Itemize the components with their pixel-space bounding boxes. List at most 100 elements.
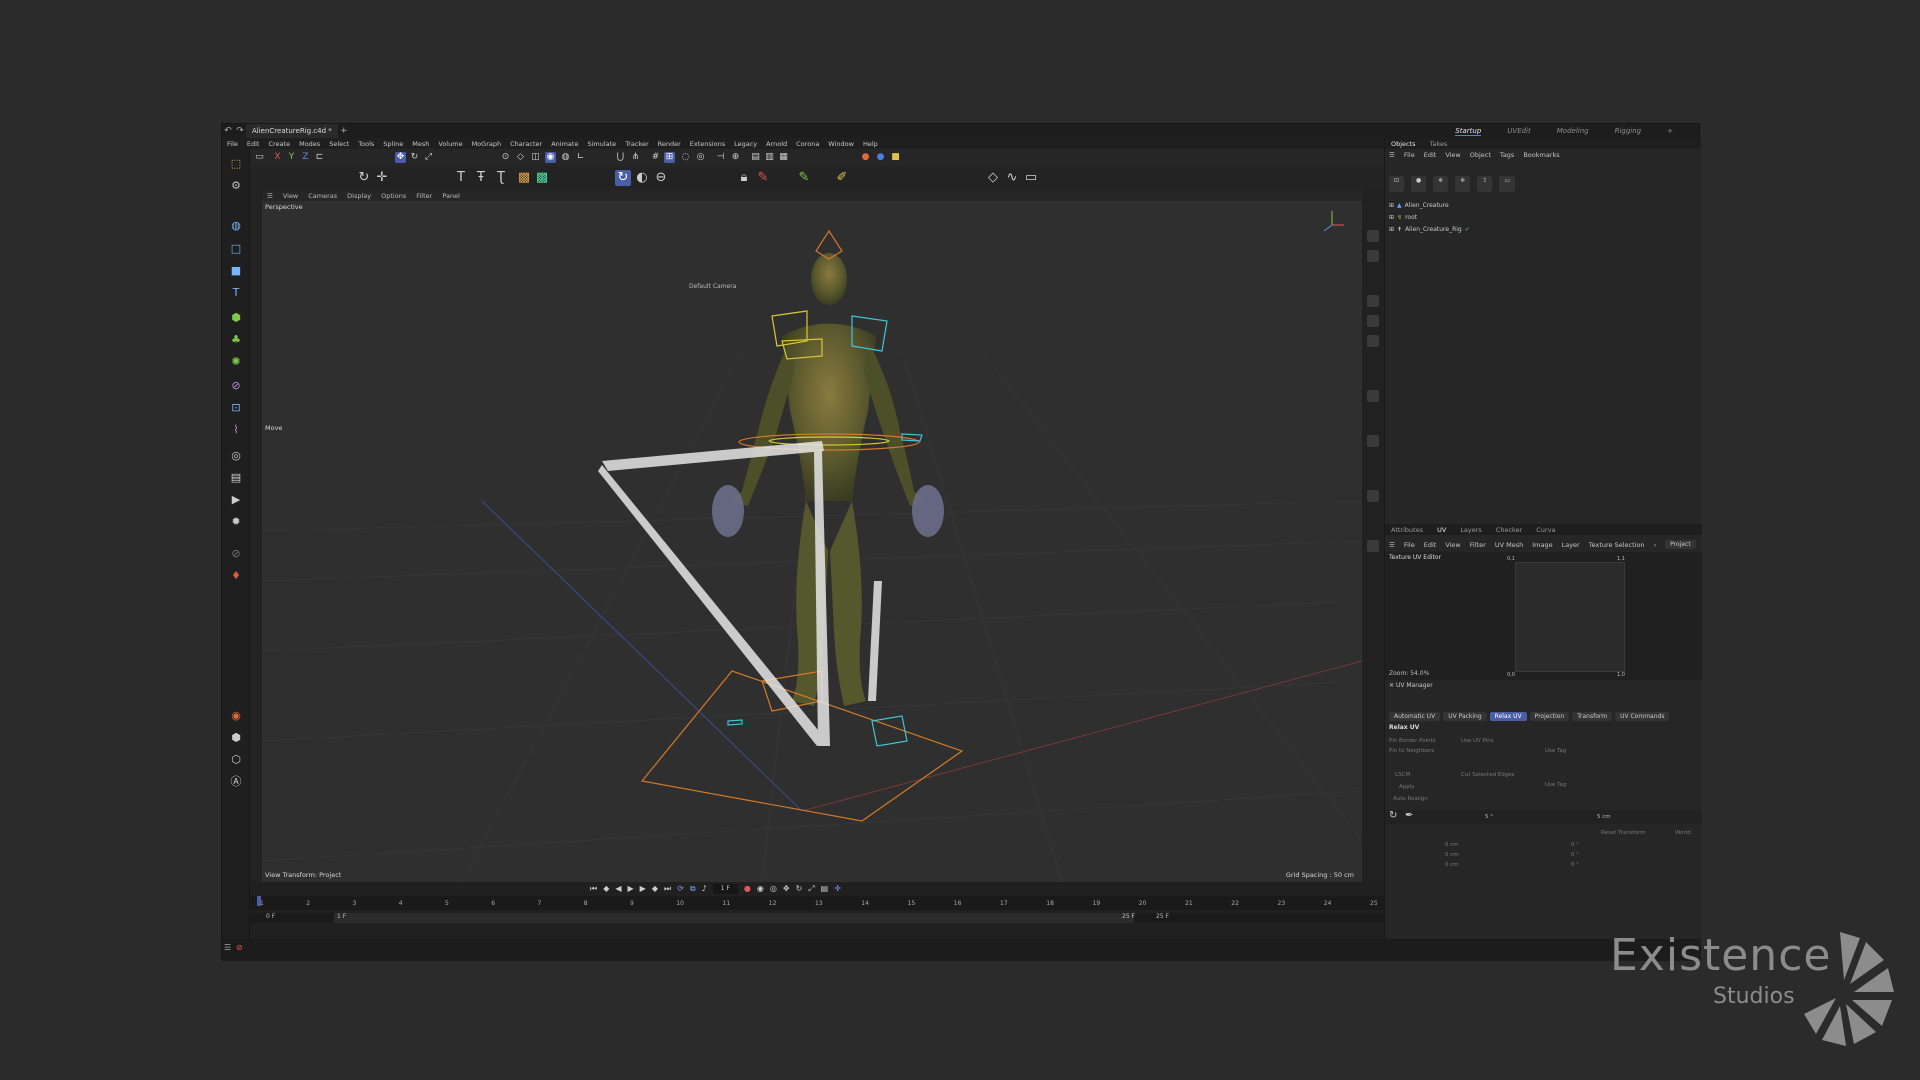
polygons-mode-icon[interactable]: ◫ bbox=[530, 152, 541, 163]
menu-mesh[interactable]: Mesh bbox=[412, 140, 429, 148]
move-tool-icon[interactable]: ✥ bbox=[395, 152, 406, 163]
object-row-alien-creature-rig[interactable]: ⊞ ✝ Alien_Creature_Rig ✓ bbox=[1389, 226, 1470, 233]
lscm-dropdown[interactable]: LSCM bbox=[1395, 772, 1410, 778]
use-tag-checkbox[interactable]: Use Tag bbox=[1545, 748, 1566, 754]
param-key-icon[interactable]: ▤ bbox=[821, 884, 829, 894]
status-hamburger-icon[interactable]: ☰ bbox=[224, 943, 231, 952]
tab-curva[interactable]: Curva bbox=[1536, 526, 1555, 534]
grid-snap-icon[interactable]: ⊞ bbox=[664, 152, 675, 163]
texture-icon[interactable]: ▩ bbox=[534, 170, 550, 186]
uv-tab-relax[interactable]: Relax UV bbox=[1489, 712, 1527, 721]
refresh-icon[interactable]: ↻ bbox=[356, 170, 372, 186]
undo-icon[interactable]: ↶ bbox=[222, 126, 234, 136]
layout-icon[interactable]: ▭ bbox=[254, 152, 265, 163]
viewport-menu-view[interactable]: View bbox=[283, 192, 298, 200]
redo-icon[interactable]: ↷ bbox=[234, 126, 246, 136]
field-icon[interactable]: ⊡ bbox=[229, 401, 243, 415]
sculpt-rotate-icon[interactable]: ↻ bbox=[615, 170, 631, 186]
objects-menu-tags[interactable]: Tags bbox=[1500, 151, 1514, 159]
edges-mode-icon[interactable]: ◇ bbox=[515, 152, 526, 163]
brush-icon[interactable]: ✎ bbox=[796, 170, 812, 186]
workplane-icon[interactable]: # bbox=[650, 152, 661, 163]
eyedropper-icon[interactable]: ✒ bbox=[1405, 810, 1413, 821]
menu-corona[interactable]: Corona bbox=[796, 140, 819, 148]
strip-cube-icon[interactable] bbox=[1367, 295, 1379, 307]
pin-neighbors-checkbox[interactable]: Pin to Neighbors bbox=[1389, 748, 1434, 754]
strip-bucket-icon[interactable] bbox=[1367, 490, 1379, 502]
prev-frame-icon[interactable]: ◀ bbox=[615, 884, 621, 894]
checkmark-icon[interactable]: ✓ bbox=[1465, 226, 1470, 233]
paint-icon[interactable]: ✎ bbox=[755, 170, 771, 186]
axis-y-lock-icon[interactable]: Y bbox=[286, 152, 297, 163]
menu-window[interactable]: Window bbox=[828, 140, 854, 148]
sculpt-icon[interactable]: ♦ bbox=[229, 569, 243, 583]
menu-tools[interactable]: Tools bbox=[358, 140, 374, 148]
position-x-field[interactable]: 0 cm bbox=[1445, 842, 1459, 848]
use-uv-pins-checkbox[interactable]: Use UV Pins bbox=[1461, 738, 1494, 744]
strip-brush-icon[interactable] bbox=[1367, 230, 1379, 242]
start-frame-field[interactable]: 0 F bbox=[266, 913, 275, 920]
axis-x-lock-icon[interactable]: X bbox=[272, 152, 283, 163]
model-mode-icon[interactable]: ◉ bbox=[545, 152, 556, 163]
snowflake-alt-icon[interactable]: ❄ bbox=[1455, 176, 1471, 192]
hex-outline-icon[interactable]: ⬡ bbox=[229, 753, 243, 767]
tab-checker[interactable]: Checker bbox=[1496, 526, 1522, 534]
uv-menu-uvmesh[interactable]: UV Mesh bbox=[1495, 541, 1523, 549]
angle-input[interactable]: 5 ° bbox=[1485, 814, 1493, 820]
next-key-icon[interactable]: ◆ bbox=[652, 884, 658, 894]
world-dropdown[interactable]: World bbox=[1675, 830, 1691, 836]
record-icon[interactable]: ● bbox=[744, 884, 751, 894]
reset-transform-button[interactable]: Reset Transform bbox=[1601, 830, 1645, 836]
menu-volume[interactable]: Volume bbox=[438, 140, 462, 148]
play-icon[interactable]: ▶ bbox=[628, 884, 634, 894]
objects-menu-bookmarks[interactable]: Bookmarks bbox=[1523, 151, 1559, 159]
objects-menu-edit[interactable]: Edit bbox=[1424, 151, 1437, 159]
disabled-tool-icon[interactable]: ⊘ bbox=[229, 547, 243, 561]
viewport-solo-icon[interactable]: ◎ bbox=[695, 152, 706, 163]
range-slider[interactable]: 1 F bbox=[334, 913, 1134, 923]
render-camera-icon[interactable]: ▶ bbox=[229, 493, 243, 507]
lock-icon[interactable]: 🔒︎ bbox=[736, 170, 752, 186]
workspace-tab-startup[interactable]: Startup bbox=[1455, 127, 1482, 136]
strip-align-icon[interactable] bbox=[1367, 390, 1379, 402]
viewport-menu-panel[interactable]: Panel bbox=[442, 192, 460, 200]
uv-tab-commands[interactable]: UV Commands bbox=[1615, 712, 1670, 721]
workspace-tab-uvedit[interactable]: UVEdit bbox=[1507, 127, 1530, 135]
uv-menu-file[interactable]: File bbox=[1404, 541, 1415, 549]
deformer-icon[interactable]: ⊘ bbox=[229, 379, 243, 393]
prev-key-icon[interactable]: ◆ bbox=[603, 884, 609, 894]
strip-grid-icon[interactable] bbox=[1367, 540, 1379, 552]
menu-mograph[interactable]: MoGraph bbox=[472, 140, 502, 148]
rotate-key-icon[interactable]: ↻ bbox=[796, 884, 803, 894]
uv-menu-image[interactable]: Image bbox=[1532, 541, 1552, 549]
menu-arnold[interactable]: Arnold bbox=[766, 140, 787, 148]
generator-icon[interactable]: ⬢ bbox=[229, 311, 243, 325]
tab-objects[interactable]: Objects bbox=[1391, 140, 1416, 148]
add-workspace-icon[interactable]: + bbox=[1667, 127, 1673, 135]
axis-z-lock-icon[interactable]: Z bbox=[300, 152, 311, 163]
sphere-filter-icon[interactable]: ● bbox=[1411, 176, 1427, 192]
viewport-menu-options[interactable]: Options bbox=[381, 192, 406, 200]
lock-workplane-icon[interactable]: ⊕ bbox=[730, 152, 741, 163]
projection-label[interactable]: Perspective bbox=[265, 203, 303, 211]
range-bar[interactable]: 0 F 1 F 25 F 25 F bbox=[250, 913, 1384, 923]
workspace-tab-modeling[interactable]: Modeling bbox=[1557, 127, 1589, 135]
filter-icon[interactable]: ⊡ bbox=[1389, 176, 1405, 192]
alien-creature-model[interactable] bbox=[712, 253, 944, 706]
arnold-icon[interactable]: Ⓐ bbox=[229, 775, 243, 789]
objects-hamburger-icon[interactable]: ☰ bbox=[1389, 151, 1395, 159]
snap-settings-icon[interactable]: ⋔ bbox=[630, 152, 641, 163]
perspective-viewport[interactable]: Default Camera Perspective Move View Tra… bbox=[262, 201, 1362, 882]
uv-menu-edit[interactable]: Edit bbox=[1424, 541, 1437, 549]
uv-canvas[interactable] bbox=[1515, 562, 1625, 672]
go-to-start-icon[interactable]: ⏮ bbox=[590, 884, 597, 894]
cube-icon[interactable]: ■ bbox=[229, 264, 243, 278]
objects-menu-view[interactable]: View bbox=[1445, 151, 1460, 159]
menu-tracker[interactable]: Tracker bbox=[625, 140, 648, 148]
tab-attributes[interactable]: Attributes bbox=[1391, 526, 1423, 534]
move-snap-icon[interactable]: ✛ bbox=[374, 170, 390, 186]
render-settings-icon[interactable]: ▦ bbox=[778, 152, 789, 163]
expand-icon[interactable]: ⊞ bbox=[1389, 202, 1394, 209]
menu-help[interactable]: Help bbox=[863, 140, 878, 148]
object-name[interactable]: Alien_Creature_Rig bbox=[1405, 226, 1462, 233]
